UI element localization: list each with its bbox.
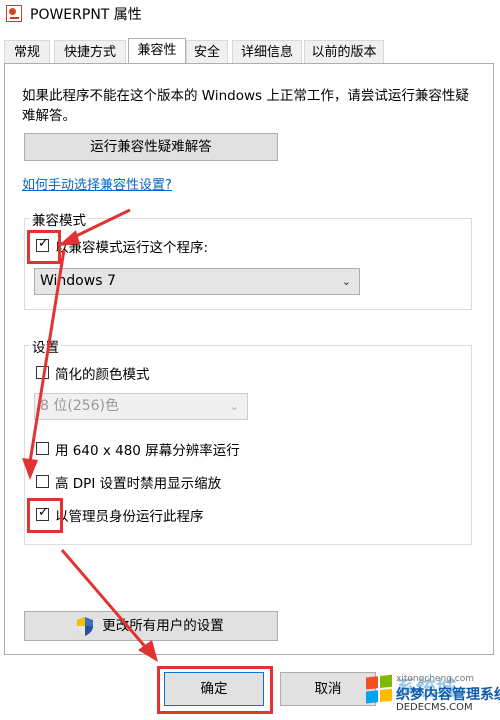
compat-mode-group <box>24 218 472 310</box>
window-title: POWERPNT 属性 <box>30 7 142 23</box>
watermark: 系统城 织梦内容管理系统 DEDECMS.COM xitongcheng.com <box>360 672 500 720</box>
chevron-down-icon: ⌄ <box>229 400 239 413</box>
troubleshoot-button[interactable]: 运行兼容性疑难解答 <box>24 133 278 161</box>
compat-mode-checkbox[interactable]: ✓ <box>36 236 49 252</box>
tab-details[interactable]: 详细信息 <box>232 40 302 64</box>
high-dpi-label: 高 DPI 设置时禁用显示缩放 <box>55 476 222 492</box>
watermark-logo-icon <box>366 674 394 706</box>
intro-text: 如果此程序不能在这个版本的 Windows 上正常工作，请尝试运行兼容性疑难解答… <box>22 88 469 124</box>
os-version-select[interactable]: Windows 7 ⌄ <box>34 268 360 295</box>
compat-mode-group-label: 兼容模式 <box>30 209 88 229</box>
ok-button[interactable]: 确定 <box>164 672 264 706</box>
run-as-admin-checkbox[interactable]: ✓ <box>36 505 49 521</box>
run-as-admin-label: 以管理员身份运行此程序 <box>55 509 204 525</box>
settings-group-label: 设置 <box>30 336 61 356</box>
os-version-value: Windows 7 <box>40 273 116 289</box>
tab-shortcut[interactable]: 快捷方式 <box>54 40 126 64</box>
tab-security[interactable]: 安全 <box>186 40 228 64</box>
color-mode-value: 8 位(256)色 <box>40 398 120 414</box>
watermark-text-mid: 织梦内容管理系统 <box>396 687 500 703</box>
watermark-text-bottom: DEDECMS.COM <box>396 702 473 713</box>
manual-settings-link[interactable]: 如何手动选择兼容性设置? <box>22 174 172 193</box>
watermark-text-faint: xitongcheng.com <box>396 674 474 684</box>
color-mode-select[interactable]: 8 位(256)色 ⌄ <box>34 393 248 420</box>
uac-shield-icon <box>77 617 93 636</box>
tab-compatibility[interactable]: 兼容性 <box>128 38 186 64</box>
change-all-users-label: 更改所有用户的设置 <box>102 618 224 634</box>
high-dpi-checkbox[interactable] <box>36 475 49 488</box>
check-icon: ✓ <box>38 236 49 251</box>
chevron-down-icon: ⌄ <box>341 275 351 288</box>
powerpoint-icon <box>6 5 22 22</box>
res-640-label: 用 640 x 480 屏幕分辨率运行 <box>55 443 240 459</box>
check-icon: ✓ <box>38 505 49 520</box>
reduced-color-checkbox[interactable] <box>36 366 49 379</box>
compat-mode-label: 以兼容模式运行这个程序: <box>55 240 209 256</box>
tab-previous-versions[interactable]: 以前的版本 <box>304 40 384 64</box>
res-640-checkbox[interactable] <box>36 442 49 455</box>
title-bar: POWERPNT 属性 <box>0 0 500 28</box>
tab-general[interactable]: 常规 <box>4 40 50 64</box>
reduced-color-label: 简化的颜色模式 <box>55 367 150 383</box>
change-all-users-button[interactable]: 更改所有用户的设置 <box>24 611 278 641</box>
